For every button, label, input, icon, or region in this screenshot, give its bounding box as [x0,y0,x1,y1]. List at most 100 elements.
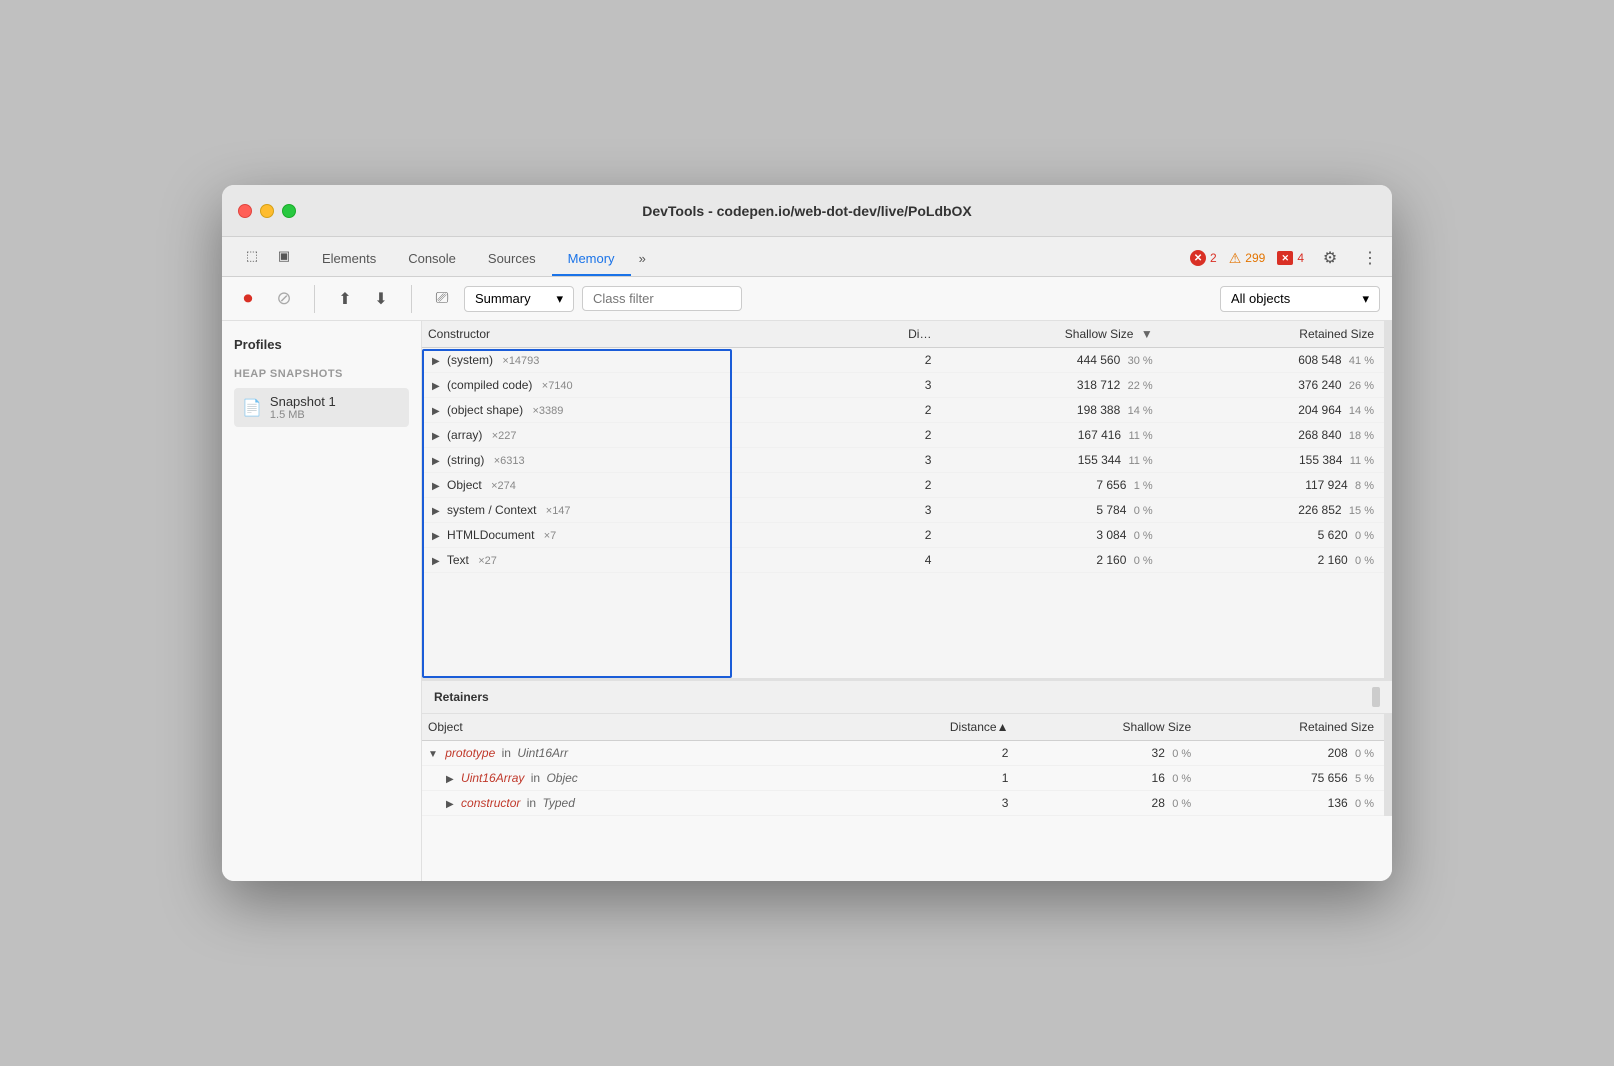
col-retained-size[interactable]: Retained Size [1163,321,1384,348]
ret-cell-object: ▶ constructor in Typed [422,791,903,816]
col-shallow-size[interactable]: Shallow Size ▼ [941,321,1162,348]
expand-icon[interactable]: ▶ [432,406,440,417]
stop-button[interactable]: ⊘ [270,285,298,313]
minimize-button[interactable] [260,204,274,218]
cell-retained: 5 620 0 % [1163,523,1384,548]
clear-button[interactable]: ⎚ [428,285,456,313]
separator-1 [314,285,315,313]
tab-console[interactable]: Console [392,243,472,276]
tab-bar: ⬚ ▣ Elements Console Sources Memory » ✕ … [222,237,1392,277]
all-objects-dropdown[interactable]: All objects ▾ [1220,286,1380,312]
info-icon: ✕ [1277,251,1293,265]
col-constructor[interactable]: Constructor [422,321,865,348]
ret-cell-distance: 3 [903,791,1018,816]
ret-cell-object: ▶ Uint16Array in Objec [422,766,903,791]
cell-constructor: ▶ (string) ×6313 [422,448,865,473]
col-distance[interactable]: Di… [865,321,942,348]
separator-2 [411,285,412,313]
close-button[interactable] [238,204,252,218]
heap-table[interactable]: Constructor Di… Shallow Size ▼ [422,321,1384,681]
ret-col-distance[interactable]: Distance▲ [903,714,1018,741]
table-body: ▶ (system) ×14793 2 444 560 30 % [422,348,1384,573]
inspect-icon[interactable]: ⬚ [238,242,266,270]
class-filter-input[interactable] [582,286,742,311]
table-row[interactable]: ▶ (system) ×14793 2 444 560 30 % [422,348,1384,373]
info-badge[interactable]: ✕ 4 [1277,251,1304,265]
scrollbar-heap[interactable] [1384,321,1392,681]
cell-constructor: ▶ system / Context ×147 [422,498,865,523]
table-row[interactable]: ▶ HTMLDocument ×7 2 3 084 0 % [422,523,1384,548]
cell-distance: 3 [865,373,942,398]
tab-memory[interactable]: Memory [552,243,631,276]
expand-icon[interactable]: ▶ [432,431,440,442]
table-row[interactable]: ▶ system / Context ×147 3 5 784 0 % [422,498,1384,523]
ret-col-object[interactable]: Object [422,714,903,741]
snapshot-item[interactable]: 📄 Snapshot 1 1.5 MB [234,388,409,427]
snapshot-file-icon: 📄 [242,398,262,418]
heap-wrapper: Constructor Di… Shallow Size ▼ [422,321,1392,681]
cell-distance: 3 [865,498,942,523]
ret-cell-object: ▼ prototype in Uint16Arr [422,741,903,766]
ret-col-shallow[interactable]: Shallow Size [1018,714,1201,741]
tab-overflow[interactable]: » [631,243,654,276]
retainers-scrollbar-indicator [1372,687,1380,707]
tab-badges: ✕ 2 ⚠ 299 ✕ 4 ⚙ ⋮ [1190,244,1384,276]
expand-icon[interactable]: ▶ [446,799,454,810]
retainer-row[interactable]: ▶ constructor in Typed 3 28 0 % [422,791,1384,816]
cell-distance: 2 [865,398,942,423]
expand-icon[interactable]: ▶ [432,356,440,367]
more-button[interactable]: ⋮ [1356,244,1384,272]
table-row[interactable]: ▶ Text ×27 4 2 160 0 % 2 1 [422,548,1384,573]
data-panel: Constructor Di… Shallow Size ▼ [422,321,1392,881]
table-row[interactable]: ▶ (string) ×6313 3 155 344 11 % [422,448,1384,473]
cell-shallow: 198 388 14 % [941,398,1162,423]
snapshot-name: Snapshot 1 [270,394,336,409]
ret-col-retained[interactable]: Retained Size [1201,714,1384,741]
cell-constructor: ▶ (system) ×14793 [422,348,865,373]
tab-sources[interactable]: Sources [472,243,552,276]
cell-retained: 376 240 26 % [1163,373,1384,398]
retainer-row[interactable]: ▼ prototype in Uint16Arr 2 32 0 % [422,741,1384,766]
cell-retained: 117 924 8 % [1163,473,1384,498]
cell-retained: 204 964 14 % [1163,398,1384,423]
expand-icon[interactable]: ▶ [432,506,440,517]
cell-retained: 2 160 0 % [1163,548,1384,573]
table-row[interactable]: ▶ (object shape) ×3389 2 198 388 14 % [422,398,1384,423]
cell-shallow: 7 656 1 % [941,473,1162,498]
expand-icon[interactable]: ▶ [432,456,440,467]
expand-icon[interactable]: ▶ [432,381,440,392]
upload-button[interactable]: ⬆ [331,285,359,313]
cell-shallow: 5 784 0 % [941,498,1162,523]
expand-icon[interactable]: ▶ [432,481,440,492]
warning-badge[interactable]: ⚠ 299 [1229,250,1266,267]
download-button[interactable]: ⬇ [367,285,395,313]
summary-dropdown[interactable]: Summary ▾ [464,286,574,312]
device-icon[interactable]: ▣ [270,242,298,270]
error-badge[interactable]: ✕ 2 [1190,250,1217,266]
retainers-table-container[interactable]: Object Distance▲ Shallow Size [422,714,1384,816]
retainers-header-row: Object Distance▲ Shallow Size [422,714,1384,741]
table-row[interactable]: ▶ (compiled code) ×7140 3 318 712 22 % [422,373,1384,398]
settings-button[interactable]: ⚙ [1316,244,1344,272]
ret-cell-distance: 1 [903,766,1018,791]
retainer-row[interactable]: ▶ Uint16Array in Objec 1 16 0 % [422,766,1384,791]
cell-shallow: 3 084 0 % [941,523,1162,548]
constructor-table: Constructor Di… Shallow Size ▼ [422,321,1384,573]
all-objects-chevron-icon: ▾ [1362,291,1369,307]
record-button[interactable]: ⏺ [234,285,262,313]
ret-cell-shallow: 28 0 % [1018,791,1201,816]
tab-elements[interactable]: Elements [306,243,392,276]
table-row[interactable]: ▶ (array) ×227 2 167 416 11 % [422,423,1384,448]
expand-icon[interactable]: ▶ [446,774,454,785]
scrollbar-retainers[interactable] [1384,714,1392,816]
expand-icon[interactable]: ▼ [428,749,438,760]
expand-icon[interactable]: ▶ [432,556,440,567]
main-content: Profiles HEAP SNAPSHOTS 📄 Snapshot 1 1.5… [222,321,1392,881]
table-row[interactable]: ▶ Object ×274 2 7 656 1 % [422,473,1384,498]
expand-icon[interactable]: ▶ [432,531,440,542]
ret-cell-shallow: 16 0 % [1018,766,1201,791]
retainers-wrapper: Object Distance▲ Shallow Size [422,714,1392,816]
cell-retained: 155 384 11 % [1163,448,1384,473]
cell-shallow: 167 416 11 % [941,423,1162,448]
maximize-button[interactable] [282,204,296,218]
